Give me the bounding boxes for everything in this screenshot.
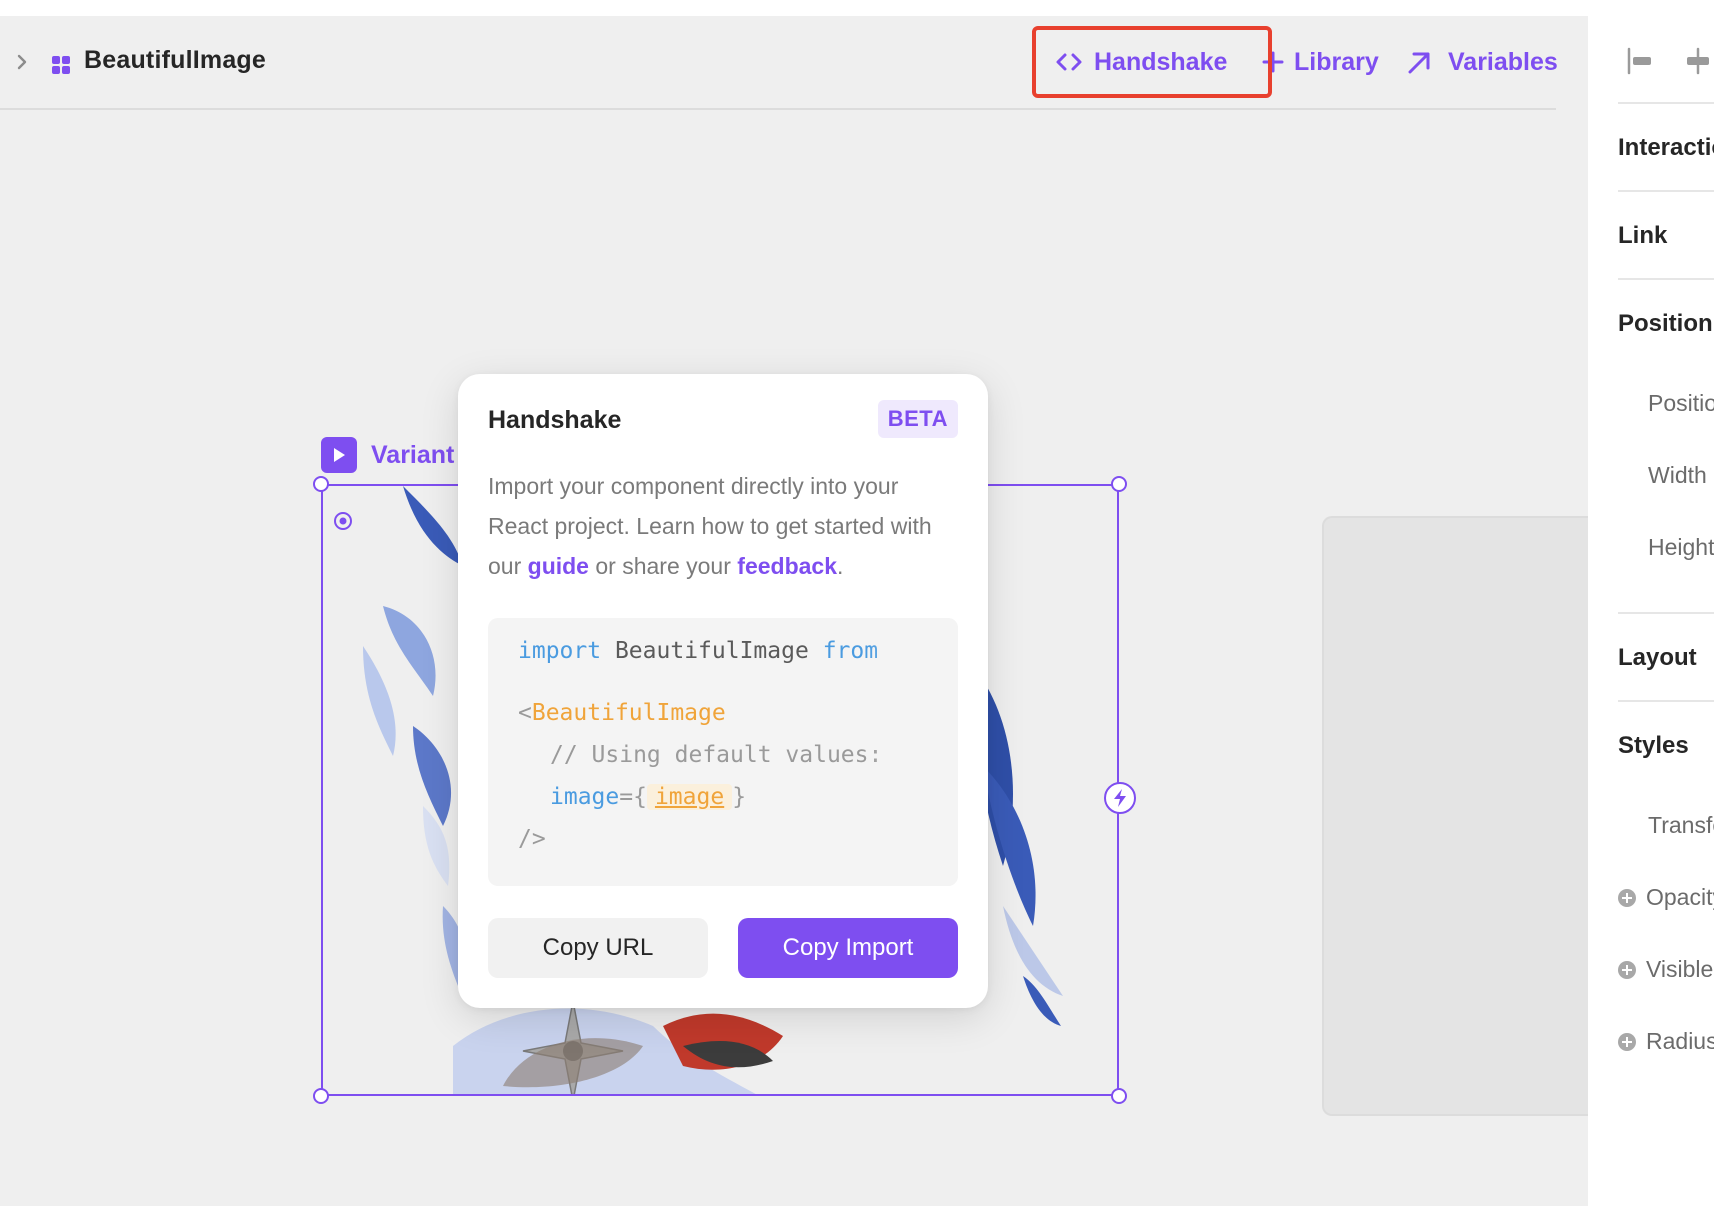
- panel-divider: [1618, 190, 1714, 192]
- code-snippet[interactable]: import BeautifulImage from <BeautifulIma…: [488, 618, 958, 886]
- feedback-link[interactable]: feedback: [737, 553, 837, 579]
- code-name: BeautifulImage: [614, 638, 809, 664]
- align-left-icon[interactable]: [1626, 46, 1654, 76]
- add-icon: [1618, 1032, 1636, 1051]
- highlight-annotation: [1032, 26, 1272, 98]
- code-self-close: />: [518, 826, 546, 852]
- code-attr: image: [550, 784, 620, 810]
- variables-label: Variables: [1448, 47, 1558, 76]
- code-close-brace: }: [732, 784, 747, 810]
- opacity-label: Opacity: [1646, 884, 1714, 910]
- handshake-popover: Handshake BETA Import your component dir…: [458, 374, 988, 1008]
- variant-label: Variant: [371, 440, 455, 469]
- width-row[interactable]: Width: [1648, 462, 1707, 489]
- link-section[interactable]: Link: [1618, 222, 1667, 250]
- code-fade: [868, 618, 958, 886]
- align-toolbar: [1626, 46, 1712, 76]
- code-line-4: image={image}: [550, 784, 746, 810]
- code-tag: BeautifulImage: [531, 700, 726, 726]
- height-row[interactable]: Height: [1648, 534, 1714, 561]
- panel-divider: [1618, 700, 1714, 702]
- visible-label: Visible: [1646, 956, 1714, 982]
- secondary-frame[interactable]: [1322, 516, 1588, 1116]
- library-link[interactable]: Library: [1262, 44, 1379, 80]
- desc-text-2: or share your: [588, 553, 738, 579]
- target-icon[interactable]: [332, 510, 354, 532]
- component-icon: [52, 56, 70, 74]
- code-variable-chip[interactable]: image: [646, 784, 733, 810]
- properties-panel: Interactions Link Position Position Widt…: [1588, 16, 1714, 1206]
- code-line-5: />: [518, 826, 546, 852]
- code-keyword: import: [518, 638, 602, 664]
- popover-title: Handshake: [488, 406, 622, 434]
- variables-link[interactable]: Variables: [1404, 44, 1558, 80]
- copy-url-button[interactable]: Copy URL: [488, 918, 708, 978]
- code-open-bracket: <: [518, 700, 532, 726]
- transforms-row[interactable]: Transforms: [1648, 812, 1714, 839]
- library-label: Library: [1294, 47, 1379, 76]
- chevron-right-icon[interactable]: [14, 50, 32, 74]
- position-section[interactable]: Position: [1618, 310, 1713, 338]
- add-icon: [1618, 960, 1636, 979]
- desc-text-3: .: [837, 553, 844, 579]
- variant-tag[interactable]: Variant: [321, 437, 454, 473]
- opacity-row[interactable]: Opacity: [1618, 884, 1714, 911]
- radius-label: Radius: [1646, 1028, 1714, 1054]
- resize-handle-top-right[interactable]: [1111, 476, 1127, 492]
- code-line-3: // Using default values:: [550, 742, 882, 768]
- panel-divider: [1618, 102, 1714, 104]
- popover-description: Import your component directly into your…: [488, 466, 964, 586]
- bolt-icon[interactable]: [1104, 782, 1136, 814]
- resize-handle-bottom-right[interactable]: [1111, 1088, 1127, 1104]
- position-row[interactable]: Position: [1648, 390, 1714, 417]
- copy-import-button[interactable]: Copy Import: [738, 918, 958, 978]
- code-comment: // Using default values:: [550, 742, 883, 768]
- component-title[interactable]: BeautifulImage: [84, 46, 266, 75]
- app-window: BeautifulImage Handshake Library Variabl: [0, 0, 1714, 1206]
- interactions-section[interactable]: Interactions: [1618, 134, 1714, 162]
- code-line-1: import BeautifulImage from: [518, 638, 878, 664]
- guide-link[interactable]: guide: [528, 553, 589, 579]
- beta-badge: BETA: [877, 400, 958, 438]
- panel-divider: [1618, 278, 1714, 280]
- resize-handle-top-left[interactable]: [313, 476, 329, 492]
- add-icon: [1618, 888, 1636, 907]
- arrow-up-right-icon: [1408, 52, 1430, 74]
- layout-section[interactable]: Layout: [1618, 644, 1697, 672]
- styles-section[interactable]: Styles: [1618, 732, 1689, 760]
- align-center-icon[interactable]: [1684, 46, 1712, 76]
- top-strip: [0, 0, 1714, 16]
- panel-divider: [1618, 612, 1714, 614]
- radius-row[interactable]: Radius: [1618, 1028, 1714, 1055]
- code-eq: ={: [619, 784, 647, 810]
- canvas-header: BeautifulImage Handshake Library Variabl: [0, 16, 1558, 110]
- play-icon[interactable]: [321, 437, 357, 473]
- resize-handle-bottom-left[interactable]: [313, 1088, 329, 1104]
- code-line-2: <BeautifulImage: [518, 700, 726, 726]
- visible-row[interactable]: Visible: [1618, 956, 1713, 983]
